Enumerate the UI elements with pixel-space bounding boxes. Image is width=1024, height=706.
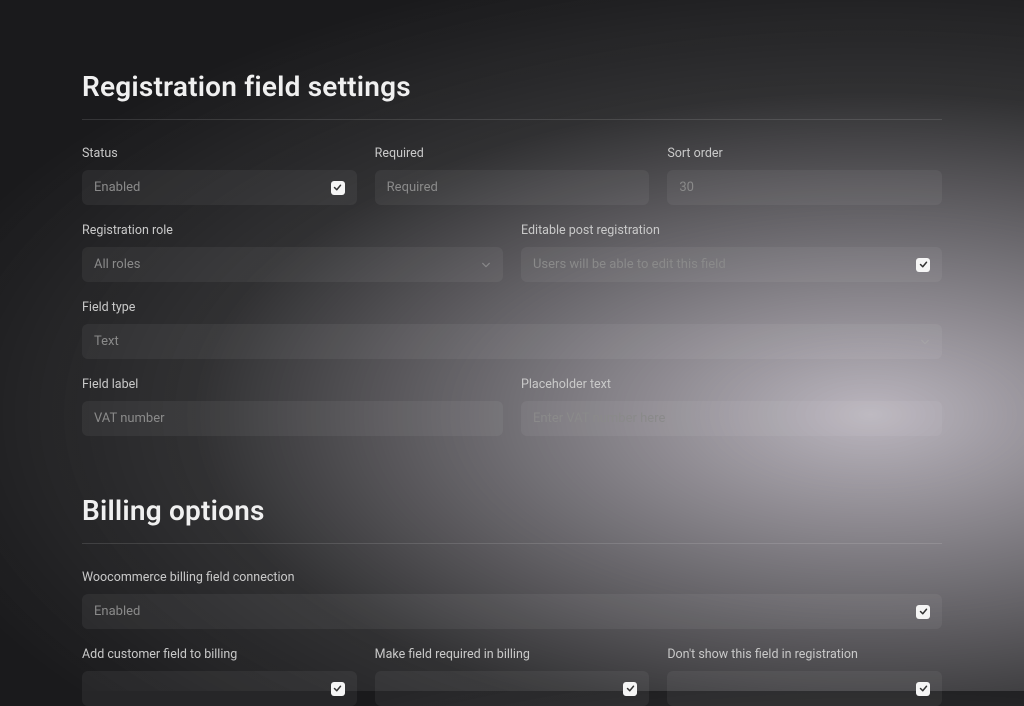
field-group-add-to-billing: Add customer field to billing xyxy=(82,647,357,706)
add-to-billing-toggle[interactable] xyxy=(82,671,357,706)
field-group-field-type: Field type Text xyxy=(82,300,942,359)
label-required-in-billing: Make field required in billing xyxy=(375,647,650,662)
checkbox-icon xyxy=(916,682,930,696)
label-dont-show: Don't show this field in registration xyxy=(667,647,942,662)
checkbox-icon xyxy=(331,682,345,696)
label-field-label: Field label xyxy=(82,377,503,392)
label-status: Status xyxy=(82,146,357,161)
field-type-value: Text xyxy=(94,334,119,349)
billing-connection-toggle[interactable]: Enabled xyxy=(82,594,942,629)
billing-connection-value: Enabled xyxy=(94,604,140,619)
required-in-billing-toggle[interactable] xyxy=(375,671,650,706)
row-role-editable: Registration role All roles Editable pos… xyxy=(82,223,942,282)
placeholder-value: Enter VAT number here xyxy=(533,411,665,426)
label-registration-role: Registration role xyxy=(82,223,503,238)
label-sort-order: Sort order xyxy=(667,146,942,161)
label-editable: Editable post registration xyxy=(521,223,942,238)
checkbox-icon xyxy=(916,605,930,619)
status-value: Enabled xyxy=(94,180,140,195)
registration-role-value: All roles xyxy=(94,257,140,272)
field-group-dont-show: Don't show this field in registration xyxy=(667,647,942,706)
field-group-field-label: Field label VAT number xyxy=(82,377,503,436)
field-group-billing-connection: Woocommerce billing field connection Ena… xyxy=(82,570,942,629)
checkbox-icon xyxy=(331,181,345,195)
field-label-value: VAT number xyxy=(94,411,165,426)
field-group-required: Required Required xyxy=(375,146,650,205)
label-add-to-billing: Add customer field to billing xyxy=(82,647,357,662)
row-billing-connection: Woocommerce billing field connection Ena… xyxy=(82,570,942,629)
placeholder-input[interactable]: Enter VAT number here xyxy=(521,401,942,436)
field-type-select[interactable]: Text xyxy=(82,324,942,359)
label-field-type: Field type xyxy=(82,300,942,315)
field-group-required-in-billing: Make field required in billing xyxy=(375,647,650,706)
field-group-registration-role: Registration role All roles xyxy=(82,223,503,282)
sort-order-value: 30 xyxy=(679,180,694,195)
field-group-sort-order: Sort order 30 xyxy=(667,146,942,205)
field-group-placeholder: Placeholder text Enter VAT number here xyxy=(521,377,942,436)
chevron-down-icon xyxy=(481,260,491,270)
label-billing-connection: Woocommerce billing field connection xyxy=(82,570,942,585)
label-placeholder: Placeholder text xyxy=(521,377,942,392)
divider xyxy=(82,543,942,544)
section-title-registration: Registration field settings xyxy=(82,70,942,103)
checkbox-icon xyxy=(623,682,637,696)
row-field-type: Field type Text xyxy=(82,300,942,359)
row-status-required-sort: Status Enabled Required Required Sort or… xyxy=(82,146,942,205)
field-label-input[interactable]: VAT number xyxy=(82,401,503,436)
section-title-billing: Billing options xyxy=(82,494,942,527)
editable-toggle[interactable]: Users will be able to edit this field xyxy=(521,247,942,282)
registration-role-select[interactable]: All roles xyxy=(82,247,503,282)
row-label-placeholder: Field label VAT number Placeholder text … xyxy=(82,377,942,436)
editable-value: Users will be able to edit this field xyxy=(533,257,726,272)
divider xyxy=(82,119,942,120)
label-required: Required xyxy=(375,146,650,161)
status-toggle[interactable]: Enabled xyxy=(82,170,357,205)
required-value: Required xyxy=(387,180,438,195)
field-group-status: Status Enabled xyxy=(82,146,357,205)
field-group-editable: Editable post registration Users will be… xyxy=(521,223,942,282)
checkbox-icon xyxy=(916,258,930,272)
chevron-down-icon xyxy=(920,337,930,347)
required-toggle[interactable]: Required xyxy=(375,170,650,205)
dont-show-toggle[interactable] xyxy=(667,671,942,706)
row-billing-options: Add customer field to billing Make field… xyxy=(82,647,942,706)
settings-panel: Registration field settings Status Enabl… xyxy=(0,0,1024,706)
sort-order-input[interactable]: 30 xyxy=(667,170,942,205)
